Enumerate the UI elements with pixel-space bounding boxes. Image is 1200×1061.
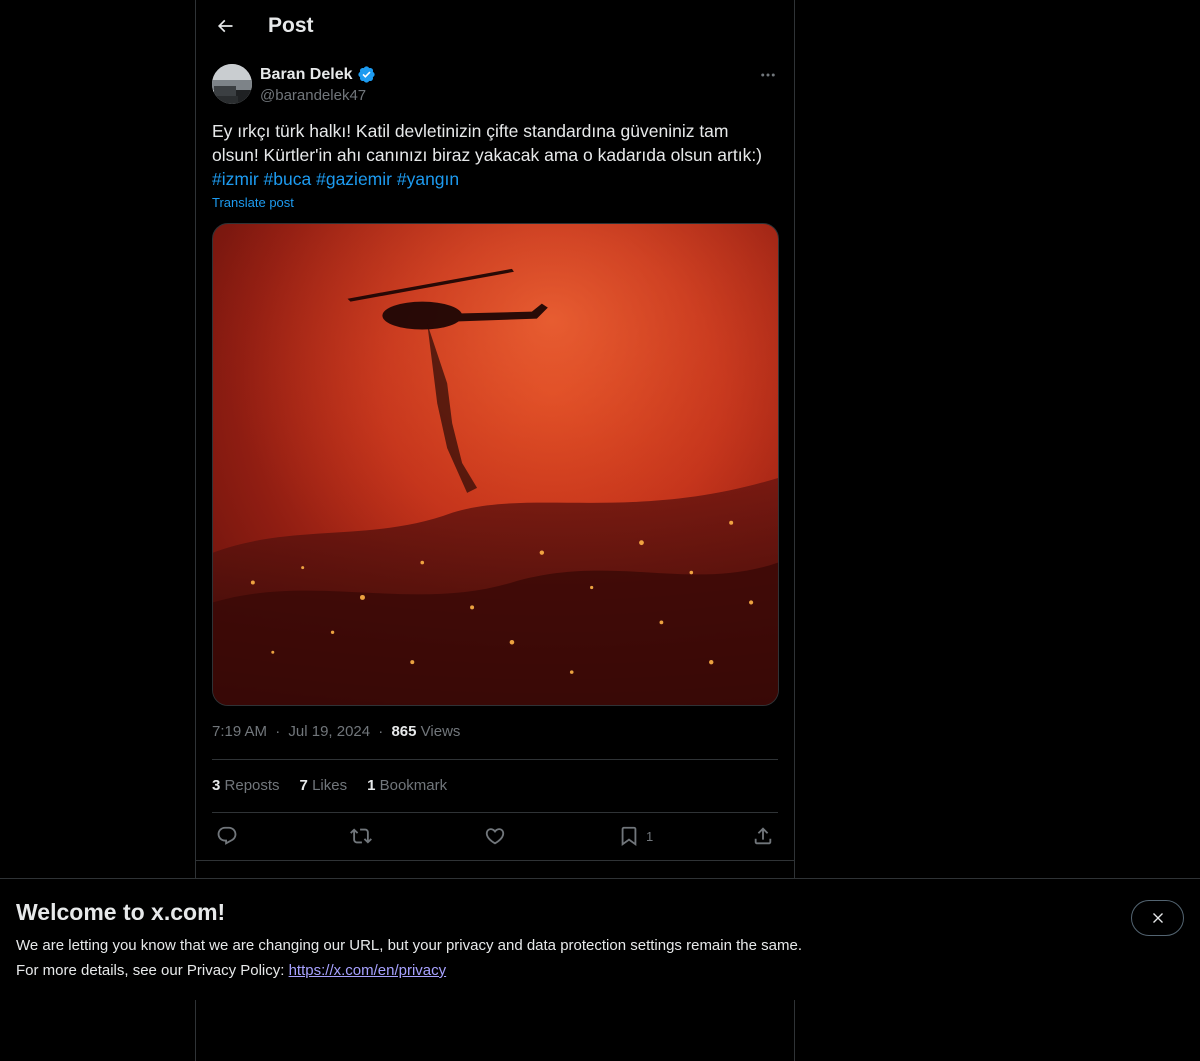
- bookmark-count: 1: [646, 828, 654, 844]
- hashtag-gaziemir[interactable]: #gaziemir: [316, 169, 392, 189]
- translate-post-link[interactable]: Translate post: [212, 195, 294, 210]
- post-media-image[interactable]: [212, 223, 779, 706]
- hashtag-yangin[interactable]: #yangın: [397, 169, 459, 189]
- author-handle[interactable]: @barandelek47: [260, 87, 366, 104]
- engagement-stats: 3 Reposts 7 Likes 1 Bookmark: [212, 777, 447, 794]
- meta-separator: ·: [275, 723, 281, 740]
- share-icon: [754, 827, 772, 845]
- meta-separator: ·: [378, 723, 384, 740]
- post-hashtags: #izmir #buca #gaziemir #yangın: [212, 167, 459, 191]
- share-button[interactable]: [752, 824, 774, 848]
- banner-privacy-prefix: For more details, see our Privacy Policy…: [16, 962, 289, 979]
- reply-icon: [217, 826, 237, 845]
- post-date[interactable]: Jul 19, 2024: [288, 723, 370, 740]
- avatar[interactable]: [212, 64, 252, 104]
- hashtag-izmir[interactable]: #izmir: [212, 169, 259, 189]
- banner-title: Welcome to x.com!: [16, 899, 226, 925]
- back-arrow-icon: [217, 19, 233, 33]
- views-label: Views: [420, 723, 461, 740]
- divider: [196, 860, 794, 861]
- more-dots-icon: [761, 73, 775, 77]
- privacy-policy-link[interactable]: https://x.com/en/privacy: [289, 962, 447, 979]
- reply-button[interactable]: [216, 824, 238, 848]
- bookmarks-stat[interactable]: 1 Bookmark: [367, 777, 447, 794]
- post-actions: 1: [196, 812, 794, 860]
- post-meta: 7:19 AM · Jul 19, 2024 · 865 Views: [212, 723, 460, 740]
- bookmarks-count: 1: [367, 777, 376, 794]
- bookmark-icon: [621, 826, 637, 847]
- reposts-label: Reposts: [224, 777, 280, 794]
- verified-badge-icon: [357, 66, 375, 83]
- likes-stat[interactable]: 7 Likes: [300, 777, 348, 794]
- author-name-text: Baran Delek: [260, 65, 353, 83]
- divider: [212, 759, 778, 760]
- post-text: Ey ırkçı türk halkı! Katil devletinizin …: [212, 121, 763, 165]
- likes-count: 7: [299, 777, 308, 794]
- post-time[interactable]: 7:19 AM: [212, 723, 267, 740]
- reposts-stat[interactable]: 3 Reposts: [212, 777, 280, 794]
- close-icon: [1152, 913, 1163, 923]
- bookmarks-label: Bookmark: [379, 777, 448, 794]
- back-button[interactable]: [208, 9, 242, 43]
- banner-message: We are letting you know that we are chan…: [16, 937, 802, 954]
- likes-label: Likes: [312, 777, 348, 794]
- page-title: Post: [268, 14, 314, 37]
- close-banner-button[interactable]: [1131, 900, 1184, 936]
- views-count: 865: [391, 723, 417, 740]
- like-button[interactable]: [484, 824, 506, 848]
- welcome-banner: Welcome to x.com! We are letting you kno…: [0, 878, 1200, 1000]
- repost-button[interactable]: [350, 824, 372, 848]
- bookmark-button[interactable]: 1: [618, 824, 653, 848]
- hashtag-buca[interactable]: #buca: [264, 169, 312, 189]
- repost-icon: [350, 828, 372, 844]
- more-options-button[interactable]: [754, 64, 782, 86]
- helicopter-fire-image: [213, 224, 778, 705]
- banner-privacy-line: For more details, see our Privacy Policy…: [16, 962, 446, 979]
- reposts-count: 3: [212, 777, 221, 794]
- page-header: Post: [196, 0, 794, 53]
- heart-icon: [485, 828, 505, 845]
- author-display-name[interactable]: Baran Delek: [260, 65, 376, 84]
